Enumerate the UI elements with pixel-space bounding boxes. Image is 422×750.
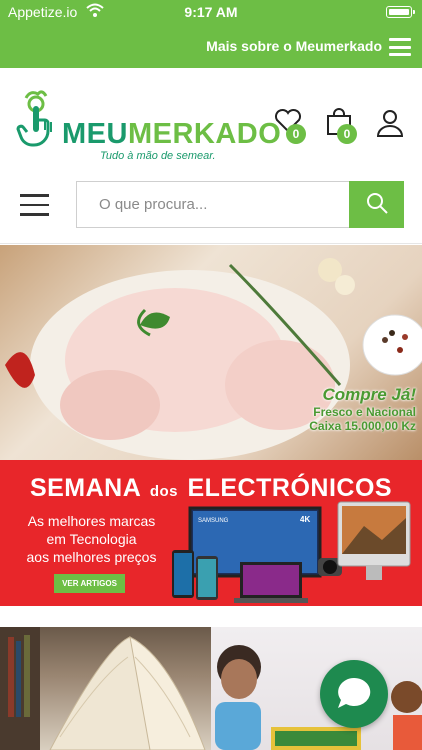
books-category-tile[interactable] — [0, 627, 211, 750]
search-icon — [366, 193, 388, 214]
tv-brand-text: SAMSUNG — [198, 518, 229, 524]
top-info-bar: Mais sobre o Meumerkado — [0, 24, 422, 68]
account-button[interactable] — [375, 108, 407, 142]
chicken-promo-banner[interactable]: Compre Já! Fresco e Nacional Caixa 15.00… — [0, 245, 422, 460]
logo-wordmark: MEUMERKADO — [62, 118, 282, 150]
favorites-count-badge: 0 — [286, 124, 306, 144]
promo-title: Compre Já! — [322, 385, 416, 404]
favorites-button[interactable]: 0 — [274, 108, 306, 144]
search-input[interactable] — [76, 181, 349, 228]
cart-button[interactable]: 0 — [325, 108, 357, 144]
logo-tagline: Tudo à mão de semear. — [100, 150, 216, 162]
more-about-link[interactable]: Mais sobre o Meumerkado — [206, 38, 382, 54]
search-bar-row — [0, 176, 422, 244]
promo-line-2: Caixa 15.000,00 Kz — [309, 419, 416, 433]
hamburger-icon[interactable] — [20, 194, 49, 216]
site-header: MEUMERKADO Tudo à mão de semear. 0 0 — [0, 68, 422, 176]
logo-hand-icon — [16, 90, 52, 147]
book-image — [0, 627, 206, 750]
electronics-promo-banner[interactable]: SEMANA dos ELECTRÓNICOS As melhores marc… — [0, 460, 422, 606]
promo-line-1: Fresco e Nacional — [313, 405, 416, 419]
cart-count-badge: 0 — [337, 124, 357, 144]
status-bar: Appetize.io 9:17 AM — [0, 0, 422, 24]
user-icon — [376, 110, 404, 137]
logo[interactable]: MEUMERKADO Tudo à mão de semear. — [16, 90, 281, 164]
view-items-button[interactable]: VER ARTIGOS — [54, 574, 125, 593]
tv-4k-badge: 4K — [300, 515, 310, 524]
chat-icon — [338, 677, 371, 708]
electronics-subtitle: As melhores marcas em Tecnologia aos mel… — [26, 513, 157, 565]
search-button[interactable] — [349, 181, 404, 228]
chat-button[interactable] — [320, 660, 388, 728]
battery-icon — [386, 6, 415, 18]
menu-icon[interactable] — [389, 38, 411, 56]
electronics-image: SAMSUNG 4K — [172, 501, 411, 603]
electronics-title: SEMANA dos ELECTRÓNICOS — [29, 474, 393, 502]
chicken-promo-text: Compre Já! Fresco e Nacional Caixa 15.00… — [309, 385, 416, 433]
kids-image — [215, 645, 422, 750]
clock: 9:17 AM — [184, 4, 238, 20]
kids-category-tile[interactable] — [211, 627, 422, 750]
